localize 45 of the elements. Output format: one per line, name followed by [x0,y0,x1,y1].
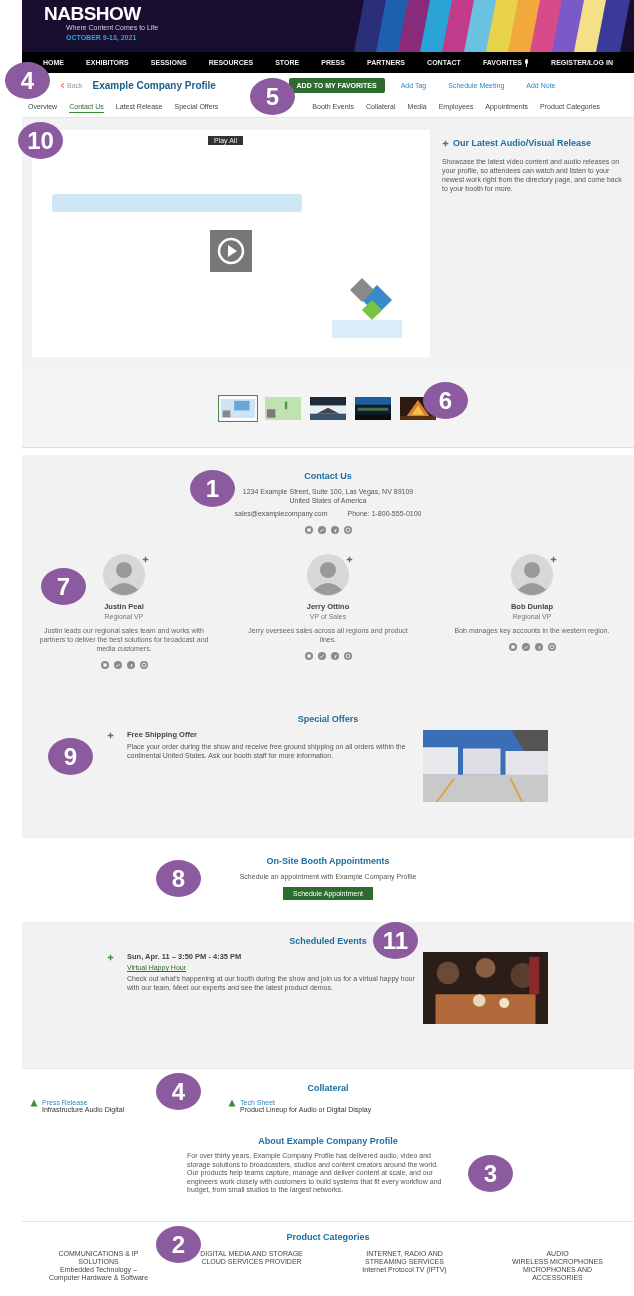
thumbnail[interactable] [308,395,348,422]
social-icon[interactable] [304,526,313,534]
section-title: About Example Company Profile [258,1136,398,1146]
section-title: Product Categories [286,1232,370,1242]
social-icon[interactable] [508,643,517,651]
microphone-icon [524,58,530,67]
add-icon[interactable] [442,140,449,147]
social-icon[interactable] [317,526,326,534]
thumbnail[interactable] [218,395,258,422]
social-icon[interactable] [343,652,352,660]
add-icon[interactable] [107,732,114,739]
logo[interactable]: NABSHOW [44,4,141,24]
social-icon[interactable] [304,652,313,660]
thumbnail[interactable] [353,395,393,422]
social-icon[interactable] [113,661,122,669]
add-icon[interactable] [346,556,353,563]
social-icon[interactable] [317,652,326,660]
social-icon[interactable] [547,643,556,651]
social-icon[interactable] [343,526,352,534]
add-icon[interactable] [107,954,114,961]
section-title: Special Offers [297,714,359,724]
add-icon[interactable] [550,556,557,563]
chevron-icon [60,82,65,88]
avatar [511,554,553,596]
document-icon [30,1099,38,1107]
add-icon[interactable] [142,556,149,563]
company-title: Example Company Profile [92,79,217,91]
social-icon[interactable] [330,526,339,534]
social-icon[interactable] [139,661,148,669]
section-title: Scheduled Events [289,936,367,946]
document-icon [228,1099,236,1107]
thumbnail[interactable] [263,395,303,422]
social-icon[interactable] [100,661,109,669]
avatar [103,554,145,596]
social-icon[interactable] [126,661,135,669]
section-title: Our Latest Audio/Visual Release [453,138,592,149]
callout-marker: 5 [250,78,295,115]
avatar [307,554,349,596]
section-title: Contact Us [304,471,352,481]
social-icon[interactable] [330,652,339,660]
section-title: On-Site Booth Appointments [266,856,390,866]
social-icon[interactable] [521,643,530,651]
play-button[interactable] [210,230,252,272]
section-title: Collateral [307,1083,349,1093]
social-icon[interactable] [534,643,543,651]
